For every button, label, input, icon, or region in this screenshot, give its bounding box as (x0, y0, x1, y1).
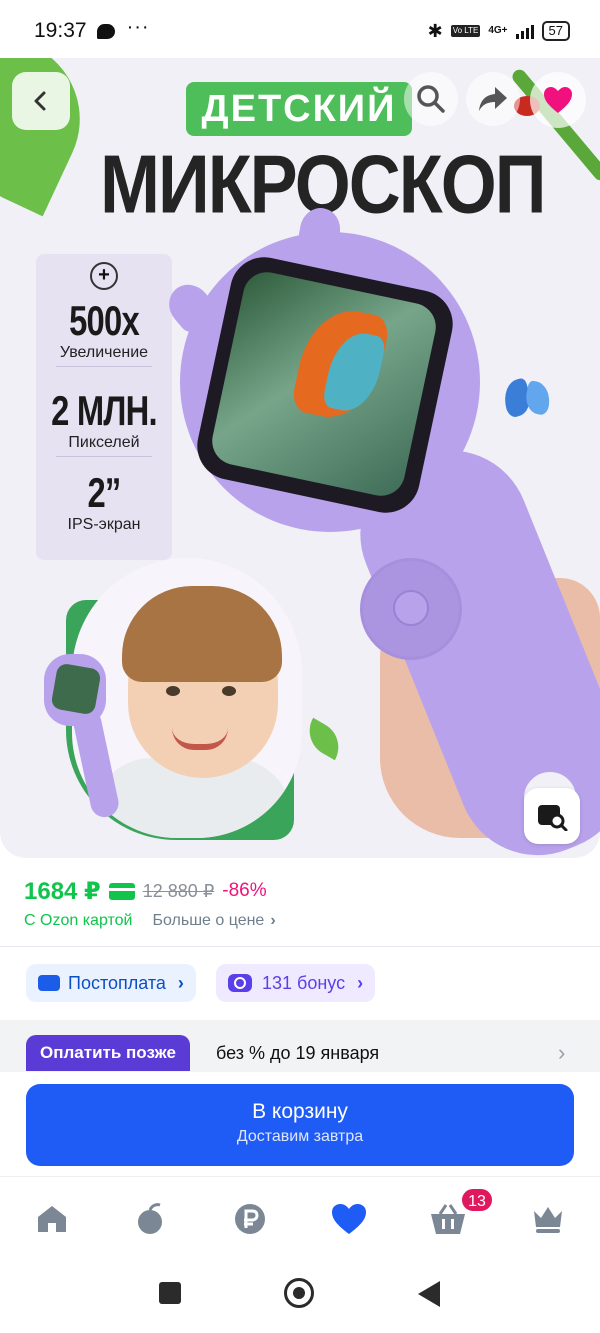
signal-icon (515, 23, 534, 39)
spec-panel: + 500x Увеличение 2 МЛН. Пикселей 2” IPS… (36, 254, 172, 560)
crown-icon (534, 1207, 562, 1233)
delivery-label: Доставим завтра (236, 1128, 364, 1145)
discount-badge: -86% (222, 880, 267, 901)
recent-apps-button[interactable] (159, 1282, 181, 1304)
butterfly-decoration (499, 377, 554, 420)
ruble-icon (235, 1204, 265, 1234)
bonus-label: 131 бонус (262, 972, 346, 993)
nav-fresh[interactable] (131, 1199, 171, 1239)
add-to-cart-label: В корзину (252, 1100, 348, 1123)
pay-later-text: без % до 19 января (216, 1043, 380, 1063)
spec-label: Увеличение (59, 344, 149, 361)
search-button[interactable] (404, 72, 458, 126)
message-icon (96, 23, 115, 39)
child-eye (222, 686, 236, 696)
battery-icon: 57 (541, 21, 570, 41)
hero-main-title: МИКРОСКОП (100, 139, 546, 231)
price-subline: С Ozon картой Больше о цене › (24, 912, 276, 930)
more-about-price-link[interactable]: Больше о цене › (152, 912, 275, 930)
nav-favorites[interactable] (329, 1199, 369, 1239)
spec-value: 2” (87, 469, 121, 516)
divider (0, 946, 600, 947)
home-button[interactable] (284, 1278, 314, 1308)
spec-label: Пикселей (68, 434, 140, 451)
bonus-icon (228, 974, 252, 992)
nav-finance[interactable] (230, 1199, 270, 1239)
bluetooth-icon: ✱ (427, 20, 443, 41)
fresh-icon (138, 1203, 162, 1234)
chevron-right-icon: › (558, 1040, 566, 1065)
nav-home[interactable] (32, 1199, 72, 1239)
hero-badge-title: ДЕТСКИЙ (186, 82, 412, 136)
back-button[interactable] (12, 72, 70, 130)
status-bar: 19:37 ··· ✱ Vo LTE 4G+ 57 (0, 0, 600, 62)
search-icon (417, 85, 445, 113)
share-button[interactable] (466, 72, 520, 126)
chevron-left-icon (34, 91, 46, 111)
spec-divider (56, 456, 152, 457)
heart-icon (544, 87, 572, 113)
spec-divider (56, 366, 152, 367)
more-notifications-icon: ··· (126, 16, 150, 38)
spec-item: 2” IPS-экран (36, 470, 172, 534)
spec-item: 500x Увеличение (36, 298, 172, 362)
favorites-icon (332, 1204, 366, 1234)
nav-profile[interactable] (528, 1199, 568, 1239)
wallet-icon (38, 975, 60, 991)
spec-item: 2 МЛН. Пикселей (36, 388, 172, 452)
spec-value: 500x (69, 297, 140, 344)
leaf-decoration (300, 717, 348, 761)
favorite-button[interactable] (530, 72, 586, 128)
postpay-chip[interactable]: Постоплата › (26, 964, 196, 1002)
mini-microscope-screen (50, 662, 102, 716)
ozon-card-label: С Ozon картой (24, 912, 133, 929)
spec-value: 2 МЛН. (51, 387, 157, 434)
image-search-button[interactable] (524, 788, 580, 844)
cart-count-badge: 13 (460, 1187, 494, 1213)
chevron-right-icon: › (177, 972, 184, 993)
postpay-label: Постоплата (68, 972, 166, 993)
child-hair (122, 586, 282, 682)
home-icon (38, 1206, 66, 1232)
bottom-nav: 13 (0, 1176, 600, 1262)
product-image-carousel[interactable]: ДЕТСКИЙ МИКРОСКОП + 500x Увеличение 2 МЛ… (0, 58, 600, 858)
pay-later-badge: Оплатить позже (26, 1035, 190, 1071)
back-triangle-button[interactable] (418, 1281, 440, 1307)
ozon-card-icon (108, 882, 135, 900)
status-right: ✱ Vo LTE 4G+ 57 (428, 21, 570, 42)
microscope-dial-button (393, 590, 429, 626)
child-eye (166, 686, 180, 696)
add-to-cart-button[interactable]: В корзину Доставим завтра (26, 1084, 574, 1166)
bonus-chip[interactable]: 131 бонус › (216, 964, 376, 1002)
plus-icon: + (90, 262, 118, 290)
chevron-right-icon: › (357, 972, 364, 993)
microscope-screen (207, 267, 441, 501)
network-type: 4G+ (488, 25, 508, 36)
volte-icon: Vo LTE (450, 25, 481, 37)
chevron-right-icon: › (270, 912, 276, 929)
status-time: 19:37 (34, 19, 87, 42)
more-about-price-label: Больше о цене (152, 912, 265, 929)
price-row: 1684 ₽ 12 880 ₽ -86% (24, 874, 267, 908)
image-search-icon (538, 805, 568, 831)
system-nav-bar (0, 1262, 600, 1333)
share-icon (479, 87, 507, 111)
current-price: 1684 ₽ (24, 877, 101, 905)
spec-label: IPS-экран (67, 516, 141, 533)
old-price: 12 880 ₽ (142, 880, 215, 901)
